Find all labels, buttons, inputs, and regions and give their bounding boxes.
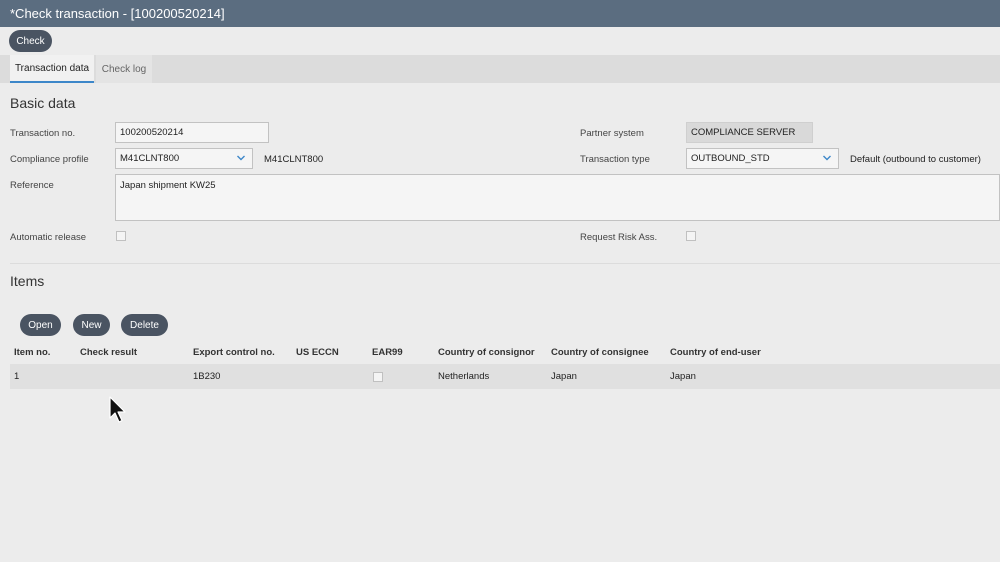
automatic-release-checkbox[interactable]	[116, 231, 126, 241]
chevron-down-icon[interactable]	[822, 153, 832, 163]
transaction-no-field[interactable]: 100200520214	[115, 122, 269, 143]
new-button[interactable]: New	[73, 314, 110, 336]
transaction-type-value: OUTBOUND_STD	[691, 153, 770, 164]
tab-transaction-data[interactable]: Transaction data	[10, 55, 94, 83]
column-header-us-eccn[interactable]: US ECCN	[296, 347, 339, 358]
basic-data-title: Basic data	[10, 95, 76, 111]
transaction-type-description: Default (outbound to customer)	[850, 154, 981, 165]
column-header-consignee[interactable]: Country of consignee	[551, 347, 649, 358]
automatic-release-label: Automatic release	[10, 232, 87, 243]
mouse-pointer-icon	[109, 396, 126, 423]
cell-end-user: Japan	[670, 371, 696, 382]
column-header-end-user[interactable]: Country of end-user	[670, 347, 761, 358]
tab-bar: Transaction data Check log	[0, 55, 1000, 83]
chevron-down-icon[interactable]	[236, 153, 246, 163]
column-header-export-control-no[interactable]: Export control no.	[193, 347, 275, 358]
check-button[interactable]: Check	[9, 30, 52, 52]
cell-item-no: 1	[14, 371, 20, 382]
reference-textarea[interactable]: Japan shipment KW25	[115, 174, 1000, 221]
partner-system-field: COMPLIANCE SERVER	[686, 122, 813, 143]
cell-consignor: Netherlands	[438, 371, 490, 382]
cell-export-control-no: 1B230	[193, 371, 221, 382]
column-header-item-no[interactable]: Item no.	[14, 347, 50, 358]
ear99-checkbox[interactable]	[373, 372, 383, 382]
compliance-profile-label: Compliance profile	[10, 154, 89, 165]
tab-check-log[interactable]: Check log	[96, 55, 152, 83]
table-row[interactable]	[10, 364, 1000, 389]
window-title: *Check transaction - [100200520214]	[0, 0, 1000, 27]
delete-button[interactable]: Delete	[121, 314, 168, 336]
section-divider	[10, 263, 1000, 264]
open-button[interactable]: Open	[20, 314, 61, 336]
items-title: Items	[10, 273, 45, 289]
cell-consignee: Japan	[551, 371, 577, 382]
compliance-profile-select[interactable]: M41CLNT800	[115, 148, 253, 169]
transaction-type-select[interactable]: OUTBOUND_STD	[686, 148, 839, 169]
transaction-no-label: Transaction no.	[10, 128, 76, 139]
compliance-profile-value: M41CLNT800	[120, 153, 180, 164]
column-header-check-result[interactable]: Check result	[80, 347, 137, 358]
compliance-profile-description: M41CLNT800	[264, 154, 324, 165]
request-risk-label: Request Risk Ass.	[580, 232, 658, 243]
partner-system-label: Partner system	[580, 128, 644, 139]
reference-label: Reference	[10, 180, 54, 191]
request-risk-checkbox[interactable]	[686, 231, 696, 241]
transaction-type-label: Transaction type	[580, 154, 650, 165]
column-header-ear99[interactable]: EAR99	[372, 347, 403, 358]
column-header-consignor[interactable]: Country of consignor	[438, 347, 535, 358]
